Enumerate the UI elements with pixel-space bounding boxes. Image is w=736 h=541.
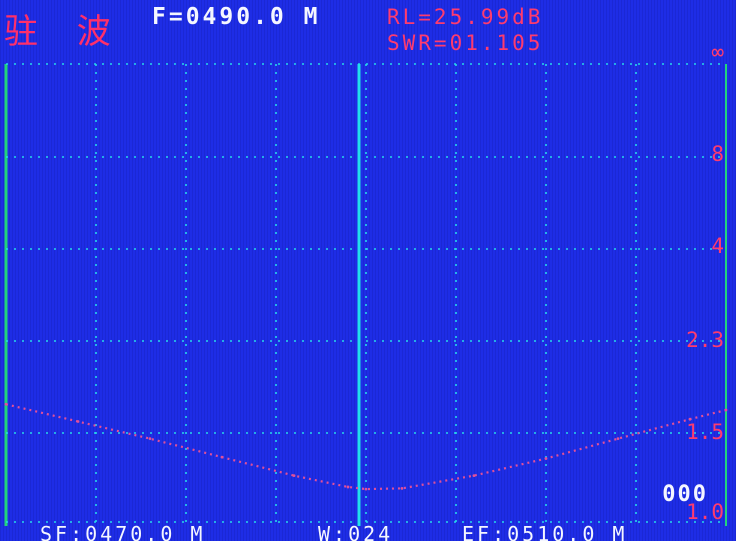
swr-trace-point-8 [472, 474, 476, 477]
scale-label-8: 8 [711, 142, 724, 166]
scale-label-4: 4 [711, 234, 724, 258]
swr-trace-point-5 [346, 485, 350, 489]
step-readout: 000 [662, 482, 708, 507]
center-frequency-readout: F=0490.0 M [152, 4, 321, 30]
mode-label: 驻 波 [4, 12, 125, 52]
swr-trace-point-7 [400, 486, 404, 490]
swr-readout: SWR=01.105 [387, 31, 544, 55]
return-loss-readout: RL=25.99dB [387, 5, 544, 29]
swr-trace-point-9 [544, 457, 548, 460]
scale-label-1-5: 1.5 [686, 420, 724, 444]
scale-label-2-3: 2.3 [686, 328, 724, 352]
swr-trace-point-12 [724, 408, 728, 412]
swr-trace-point-4 [292, 474, 296, 477]
footer-strip: SF:0470.0 M W:024 EF:0510.0 M [0, 522, 736, 541]
swr-plot [4, 63, 728, 526]
start-frequency-readout: SF:0470.0 M [40, 522, 206, 541]
scale-label-infinity: ∞ [711, 40, 724, 64]
end-frequency-readout: EF:0510.0 M [462, 522, 628, 541]
swr-trace-point-0 [4, 402, 8, 406]
swr-trace-point-2 [148, 437, 152, 441]
swr-trace-point-6 [364, 487, 368, 491]
analyzer-screen: 驻 波 F=0490.0 M RL=25.99dB SWR=01.105 ∞ 8… [0, 0, 736, 541]
swr-trace-point-1 [76, 420, 80, 423]
sweep-width-readout: W:024 [318, 522, 394, 541]
swr-trace-point-3 [220, 455, 224, 459]
swr-trace-point-10 [616, 437, 620, 441]
